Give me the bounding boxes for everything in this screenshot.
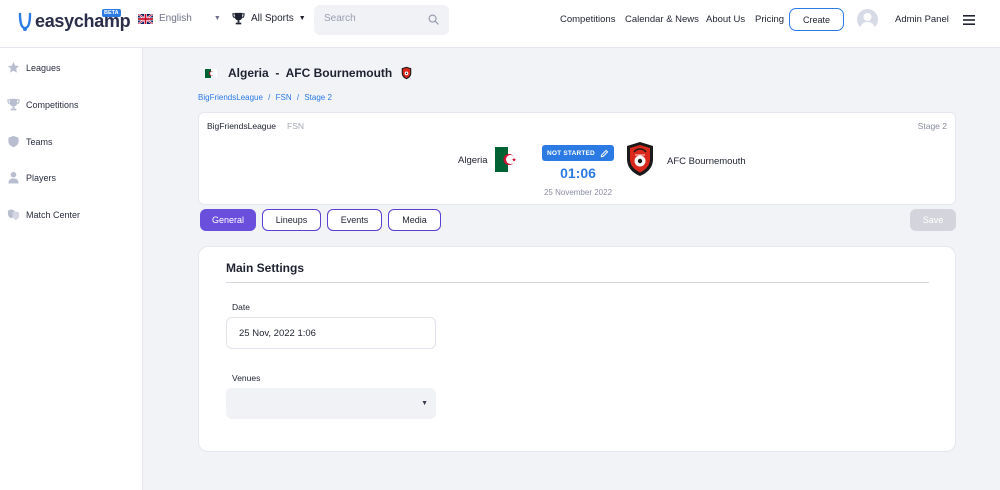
star-icon	[7, 61, 20, 73]
main-settings-card: Main Settings Date Venues ▼	[198, 246, 956, 452]
breadcrumb-group[interactable]: FSN	[276, 93, 292, 102]
chevron-down-icon: ▼	[213, 15, 221, 22]
date-field[interactable]	[226, 317, 436, 349]
language-selector[interactable]: English ▼	[138, 13, 221, 24]
search-box	[314, 5, 449, 35]
match-league: BigFriendsLeague	[207, 121, 276, 131]
divider	[226, 282, 929, 283]
title-away-team: AFC Bournemouth	[285, 66, 393, 80]
match-date: 25 November 2022	[543, 188, 613, 197]
bournemouth-crest-icon	[627, 142, 653, 176]
sidebar-item-players[interactable]: Players	[7, 171, 56, 184]
sidebar-item-label: Teams	[26, 136, 53, 147]
nav-competitions[interactable]: Competitions	[560, 14, 615, 25]
tab-media[interactable]: Media	[388, 209, 441, 231]
match-group: FSN	[287, 121, 304, 131]
avatar[interactable]	[857, 9, 878, 30]
beta-badge: BETA	[102, 9, 121, 17]
trophy-icon	[7, 98, 20, 111]
page-title-row: Algeria - AFC Bournemouth	[205, 66, 412, 80]
sidebar-item-label: Competitions	[26, 99, 79, 110]
uk-flag-icon	[138, 13, 153, 24]
home-team-name: Algeria	[458, 155, 488, 166]
search-icon[interactable]	[428, 14, 439, 25]
date-label: Date	[232, 302, 250, 312]
logo-icon	[18, 12, 32, 31]
section-title: Main Settings	[226, 261, 305, 275]
top-header: easychamp BETA English ▼ All Sports ▼ Se…	[0, 0, 1000, 48]
chevron-down-icon: ▼	[421, 400, 428, 407]
status-label: NOT STARTED	[547, 149, 595, 157]
breadcrumb-stage[interactable]: Stage 2	[304, 93, 332, 102]
chevron-down-icon: ▼	[298, 15, 306, 22]
title-separator: -	[275, 66, 280, 80]
user-icon	[8, 171, 19, 184]
search-input[interactable]	[324, 13, 424, 24]
venues-select[interactable]: ▼	[226, 388, 436, 419]
algeria-flag-icon	[495, 147, 521, 172]
tab-bar: General Lineups Events Media	[200, 209, 447, 231]
match-card: BigFriendsLeague FSN Stage 2 Algeria NOT…	[198, 112, 956, 205]
tab-general[interactable]: General	[200, 209, 256, 231]
logo[interactable]: easychamp BETA	[18, 9, 131, 32]
sidebar-item-label: Leagues	[26, 62, 61, 73]
sidebar: Leagues Competitions Teams Players Match…	[0, 48, 143, 490]
sport-label: All Sports	[251, 13, 294, 24]
hamburger-menu-icon[interactable]	[963, 15, 975, 25]
save-button[interactable]: Save	[910, 209, 956, 231]
match-stage: Stage 2	[917, 121, 947, 131]
tab-lineups[interactable]: Lineups	[262, 209, 321, 231]
breadcrumb-separator: /	[296, 93, 300, 102]
sidebar-item-competitions[interactable]: Competitions	[7, 98, 79, 111]
nav-about-us[interactable]: About Us	[706, 14, 745, 25]
match-time: 01:06	[560, 165, 596, 181]
breadcrumb: BigFriendsLeague / FSN / Stage 2	[198, 93, 335, 102]
sidebar-item-teams[interactable]: Teams	[7, 135, 53, 148]
pencil-icon	[600, 149, 609, 157]
sidebar-item-label: Players	[26, 172, 57, 183]
bournemouth-crest-icon	[401, 66, 412, 80]
user-avatar-icon	[860, 13, 875, 30]
trophy-icon	[232, 12, 245, 25]
sidebar-item-match-center[interactable]: Match Center	[7, 208, 80, 221]
admin-panel-link[interactable]: Admin Panel	[895, 14, 949, 25]
venues-label: Venues	[232, 373, 261, 383]
create-button[interactable]: Create	[789, 8, 844, 31]
language-label: English	[159, 13, 192, 24]
away-team-name: AFC Bournemouth	[667, 156, 746, 167]
breadcrumb-league[interactable]: BigFriendsLeague	[198, 93, 263, 102]
page-title: Algeria - AFC Bournemouth	[228, 66, 392, 80]
sidebar-item-label: Match Center	[26, 209, 81, 220]
sidebar-item-leagues[interactable]: Leagues	[7, 61, 61, 74]
tab-events[interactable]: Events	[327, 209, 382, 231]
sport-selector[interactable]: All Sports ▼	[232, 12, 306, 25]
breadcrumb-separator: /	[268, 93, 271, 102]
nav-pricing[interactable]: Pricing	[755, 14, 784, 25]
title-home-team: Algeria	[228, 66, 269, 80]
status-badge[interactable]: NOT STARTED	[542, 145, 614, 161]
algeria-flag-icon	[205, 68, 217, 78]
shields-icon	[7, 209, 20, 221]
nav-calendar-news[interactable]: Calendar & News	[625, 14, 699, 25]
shield-icon	[8, 135, 19, 148]
